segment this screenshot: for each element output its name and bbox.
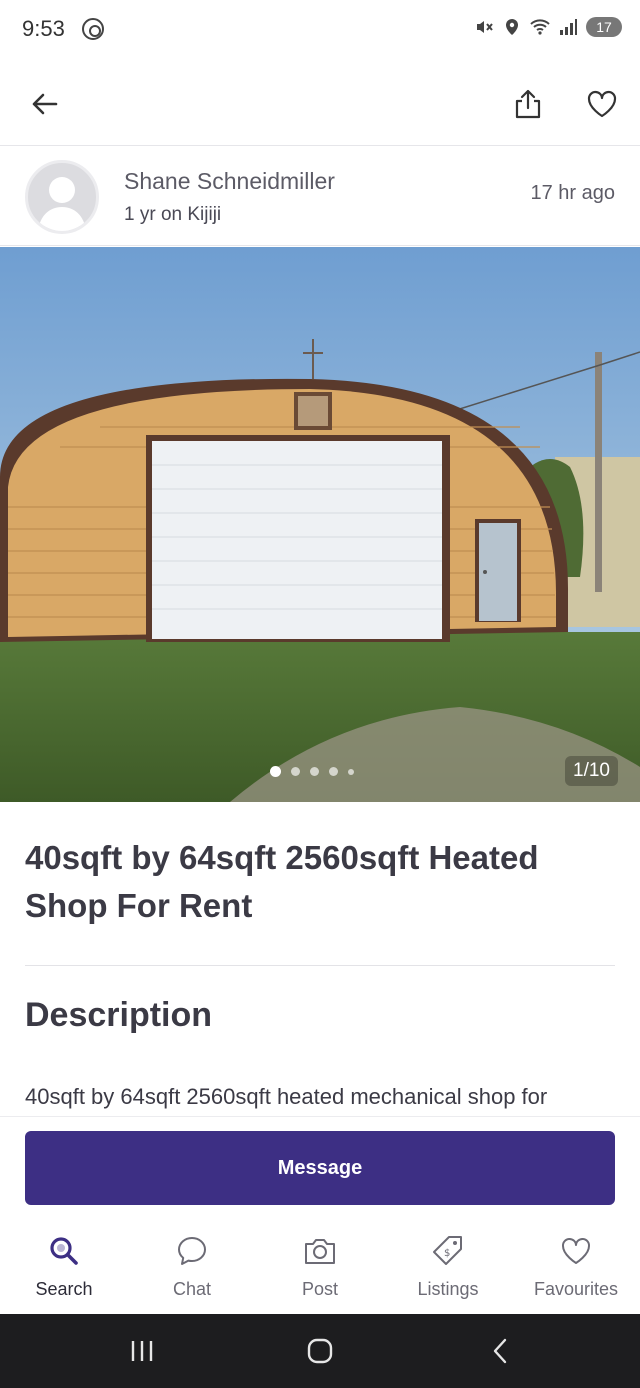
back-arrow-icon: [32, 93, 58, 115]
description-text: 40sqft by 64sqft 2560sqft heated mechani…: [25, 1084, 548, 1109]
message-button[interactable]: Message: [25, 1131, 615, 1205]
home-button[interactable]: [300, 1336, 340, 1366]
tab-chat[interactable]: Chat: [128, 1220, 256, 1314]
signal-icon: [560, 19, 577, 35]
top-nav: [0, 62, 640, 146]
location-icon: [506, 19, 518, 35]
seller-card[interactable]: Shane Schneidmiller 1 yr on Kijiji 17 hr…: [0, 146, 640, 246]
tab-listings[interactable]: $ Listings: [384, 1220, 512, 1314]
svg-text:$: $: [444, 1248, 450, 1259]
listing-photo[interactable]: 1/10: [0, 247, 640, 802]
system-nav-bar: [0, 1314, 640, 1388]
action-bar: Message: [0, 1116, 640, 1220]
gallery-dot[interactable]: [270, 766, 281, 777]
tag-icon: $: [431, 1234, 465, 1268]
status-time: 9:53: [22, 16, 65, 41]
tab-label: Search: [35, 1279, 93, 1299]
tab-label: Chat: [172, 1279, 212, 1299]
gallery-dot[interactable]: [348, 768, 354, 775]
gallery-dot[interactable]: [310, 767, 319, 776]
chat-icon: [175, 1234, 209, 1268]
avatar[interactable]: [25, 160, 99, 234]
tab-label: Favourites: [533, 1279, 619, 1299]
mute-icon: [477, 21, 493, 33]
battery-icon: 17: [586, 17, 622, 37]
search-icon: [47, 1234, 81, 1268]
posted-time: 17 hr ago: [530, 182, 615, 204]
listing-title: 40sqft by 64sqft 2560sqft Heated Shop Fo…: [25, 839, 539, 924]
status-icons: 17: [474, 17, 622, 37]
gallery-dot[interactable]: [291, 767, 300, 776]
share-icon: [515, 89, 541, 119]
status-bar: 9:53 17: [0, 0, 640, 62]
back-button[interactable]: [22, 82, 66, 126]
home-icon: [307, 1338, 333, 1364]
wifi-icon: [530, 19, 550, 35]
bottom-tab-bar: Search Chat Post $ Listings Favourites: [0, 1220, 640, 1314]
description-heading: Description: [25, 996, 213, 1034]
tab-label: Post: [301, 1279, 339, 1299]
image-counter: 1/10: [565, 756, 618, 786]
tab-post[interactable]: Post: [256, 1220, 384, 1314]
listing-image: [0, 247, 640, 802]
tab-search[interactable]: Search: [0, 1220, 128, 1314]
user-placeholder-icon: [38, 177, 86, 231]
heart-icon: [559, 1234, 593, 1268]
recents-button[interactable]: [122, 1336, 162, 1366]
share-button[interactable]: [506, 82, 550, 126]
seller-name[interactable]: Shane Schneidmiller: [124, 168, 335, 195]
camera-icon: [303, 1234, 337, 1268]
at-icon: [82, 18, 104, 40]
gallery-dots[interactable]: [270, 766, 354, 777]
system-back-button[interactable]: [480, 1336, 520, 1366]
recents-icon: [131, 1341, 153, 1361]
favourite-button[interactable]: [580, 82, 624, 126]
chevron-left-icon: [493, 1338, 507, 1364]
divider: [25, 965, 615, 966]
gallery-dot[interactable]: [329, 767, 338, 776]
tab-label: Listings: [417, 1279, 479, 1299]
tab-favourites[interactable]: Favourites: [512, 1220, 640, 1314]
seller-tenure: 1 yr on Kijiji: [124, 204, 222, 225]
heart-icon: [587, 90, 617, 118]
